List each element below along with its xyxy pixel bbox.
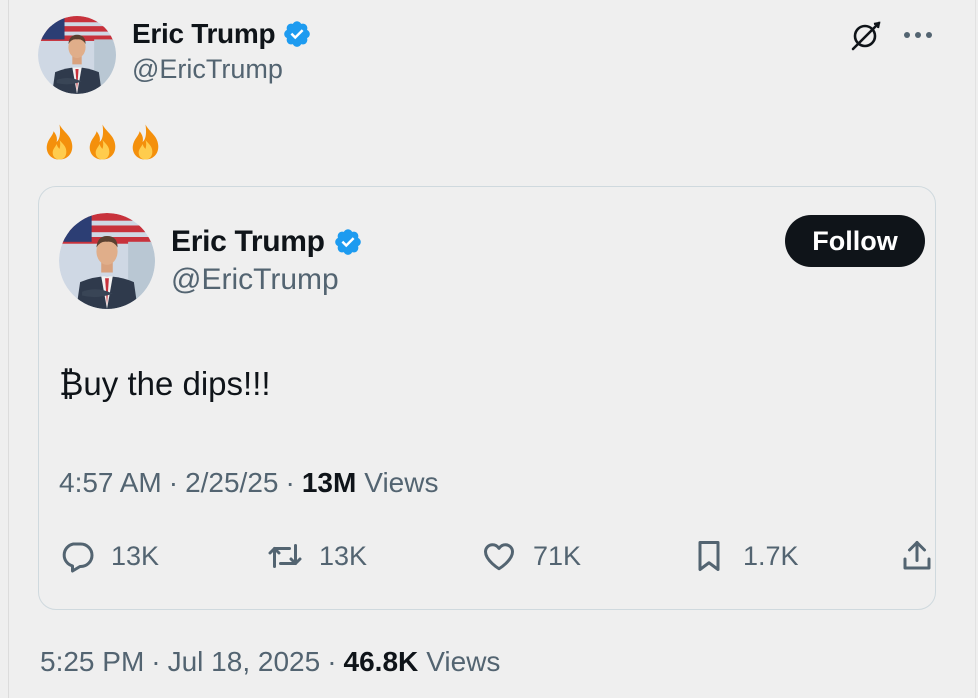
repost-button[interactable]: 13K (267, 533, 367, 579)
follow-button[interactable]: Follow (785, 215, 925, 267)
author-avatar[interactable] (38, 16, 116, 94)
quoted-post-text: ₿uy the dips!!! (59, 365, 271, 402)
post-meta: 5:25 PM · Jul 18, 2025 · 46.8K Views (40, 646, 500, 678)
quoted-author-name-row: Eric Trump (171, 223, 363, 261)
author-name-row: Eric Trump (132, 16, 312, 52)
share-button[interactable] (899, 533, 935, 579)
views-count: 46.8K (343, 646, 419, 677)
meta-separator: · (285, 467, 295, 498)
avatar-photo (59, 213, 155, 309)
fire-emoji-icon (126, 122, 165, 162)
meta-separator: · (327, 646, 337, 677)
quoted-post-actions: 13K 13K 71K 1.7K (39, 533, 935, 579)
grok-icon[interactable] (848, 20, 882, 52)
left-divider (8, 0, 9, 698)
bookmark-icon (691, 538, 727, 574)
fire-emoji-icon (40, 122, 79, 162)
quoted-post-time[interactable]: 4:57 AM (59, 467, 162, 499)
right-divider (975, 0, 976, 698)
bookmark-count: 1.7K (743, 540, 799, 571)
verified-badge-icon (333, 227, 363, 257)
quoted-post-date[interactable]: 2/25/25 (185, 467, 278, 499)
quoted-author-avatar[interactable] (59, 213, 155, 309)
share-icon (899, 538, 935, 574)
views-label: Views (426, 646, 501, 677)
meta-separator: · (151, 646, 161, 677)
quoted-post-meta: 4:57 AM · 2/25/25 · 13M Views (59, 467, 438, 499)
post-time[interactable]: 5:25 PM (40, 646, 144, 678)
heart-icon (481, 538, 517, 574)
meta-separator: · (168, 467, 179, 498)
reply-button[interactable]: 13K (59, 533, 159, 579)
author-name[interactable]: Eric Trump (132, 18, 276, 50)
like-button[interactable]: 71K (481, 533, 581, 579)
like-count: 71K (533, 540, 582, 571)
quoted-views-label: Views (364, 467, 439, 498)
quoted-author-handle[interactable]: @EricTrump (171, 263, 339, 297)
post-text (40, 122, 165, 162)
avatar-photo (38, 16, 116, 94)
quoted-author-name[interactable]: Eric Trump (171, 225, 325, 259)
fire-emoji-icon (83, 122, 122, 162)
more-options-icon[interactable] (902, 22, 934, 48)
reply-count: 13K (111, 540, 160, 571)
repost-icon (267, 538, 303, 574)
post-date[interactable]: Jul 18, 2025 (168, 646, 321, 678)
reply-icon (59, 538, 95, 574)
quoted-views-count: 13M (301, 467, 357, 498)
author-handle[interactable]: @EricTrump (132, 54, 283, 85)
repost-count: 13K (319, 540, 368, 571)
bookmark-button[interactable]: 1.7K (691, 533, 799, 579)
quoted-post-card[interactable]: Eric Trump @EricTrump Follow ₿uy the dip… (38, 186, 936, 610)
verified-badge-icon (282, 19, 312, 49)
